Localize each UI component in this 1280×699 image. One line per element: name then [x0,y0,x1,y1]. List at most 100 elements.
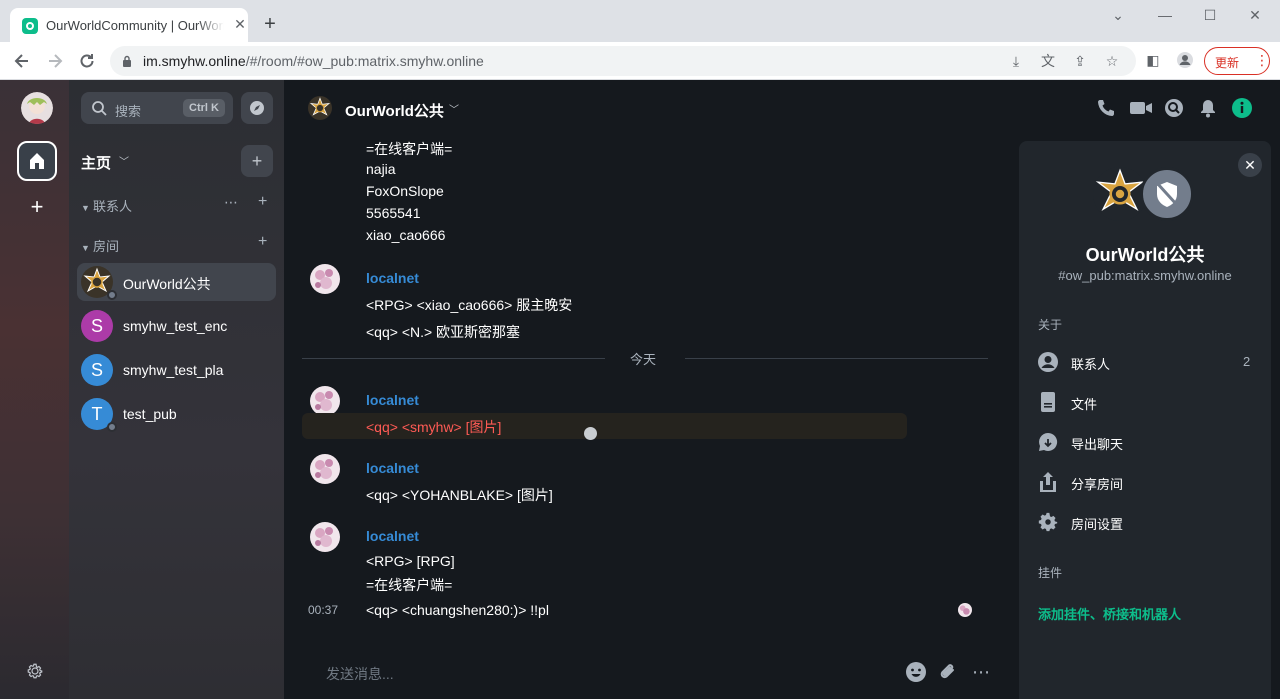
reload-button[interactable] [77,51,97,71]
public-room-badge-icon [107,422,117,432]
sender-avatar[interactable] [310,454,340,484]
add-room-button[interactable]: + [241,145,273,177]
rooms-section-label: 房间 [93,239,120,254]
minimize-button[interactable]: — [1155,6,1175,24]
people-label: 联系人 [1071,357,1111,372]
date-separator: 今天 [302,352,988,367]
add-widgets-link[interactable]: 添加挂件、桥接和机器人 [1038,604,1181,623]
room-avatar: S [81,354,113,386]
more-menu-icon[interactable]: ⋮ [1255,52,1269,69]
people-options-icon[interactable]: ⋯ [224,194,238,211]
back-button[interactable] [12,51,32,71]
new-tab-button[interactable]: + [260,14,280,34]
more-options-icon[interactable]: ⋯ [970,661,992,683]
notifications-bell-icon[interactable] [1198,98,1218,118]
room-settings-item[interactable]: 房间设置 [1035,509,1255,535]
side-panel-icon[interactable]: ◧ [1145,52,1161,68]
browser-tabstrip: OurWorldCommunity | OurWorld ✕ + ⌄ — ☐ ✕ [0,0,1280,42]
room-settings-label: 房间设置 [1071,517,1124,532]
emoji-icon[interactable] [905,661,927,683]
home-title[interactable]: 主页 [81,152,111,173]
url-host: im.smyhw.online [143,53,246,69]
date-separator-label: 今天 [630,352,657,367]
files-item[interactable]: 文件 [1035,389,1255,415]
room-info-name: OurWorld公共 [1085,245,1205,265]
room-header-title[interactable]: OurWorld公共 [345,100,444,121]
update-button[interactable]: 更新 ⋮ [1204,47,1270,75]
collapse-chevron-icon: ▼ [81,243,90,253]
public-room-badge-icon [107,290,117,300]
sender-name[interactable]: localnet [366,392,419,408]
tab-title: OurWorldCommunity | OurWorld [46,18,224,33]
create-space-button[interactable]: + [27,196,47,218]
sender-name[interactable]: localnet [366,460,419,476]
people-section-header[interactable]: ▼ 联系人 [81,196,132,215]
share-room-item[interactable]: 分享房间 [1035,469,1255,495]
video-call-icon[interactable] [1129,98,1153,118]
element-app: + 搜索 Ctrl K 主页 ﹀ + ▼ 联系人 ⋯ + ▼ 房间 + OurWor… [0,80,1280,699]
search-button[interactable]: 搜索 Ctrl K [81,92,233,124]
add-people-button[interactable]: + [258,193,267,211]
rooms-section-header[interactable]: ▼ 房间 [81,236,119,255]
room-search-icon[interactable] [1164,98,1184,118]
sender-avatar[interactable] [310,264,340,294]
people-count: 2 [1243,354,1251,369]
profile-avatar-icon[interactable] [1177,52,1193,68]
home-icon [30,153,44,169]
read-receipt-avatar[interactable] [958,603,972,617]
sender-name[interactable]: localnet [366,270,419,286]
message-composer-input[interactable]: 发送消息... [326,664,394,684]
room-name: smyhw_test_pla [123,362,224,378]
user-avatar[interactable] [21,92,53,124]
room-avatar: S [81,310,113,342]
bookmark-star-icon[interactable]: ☆ [1104,53,1120,69]
close-tab-icon[interactable]: ✕ [232,16,248,32]
files-icon [1041,392,1055,412]
forward-button[interactable] [45,51,65,71]
sender-avatar[interactable] [310,522,340,552]
close-panel-button[interactable]: ✕ [1238,153,1262,177]
room-item-smyhw-test-enc[interactable]: S smyhw_test_enc [77,307,276,345]
sender-avatar[interactable] [310,386,340,416]
about-section-label: 关于 [1038,318,1063,332]
tab-search-icon[interactable]: ⌄ [1108,6,1128,24]
address-bar[interactable]: im.smyhw.online/#/room/#ow_pub:matrix.sm… [110,46,1136,76]
room-item-ourworld[interactable]: OurWorld公共 [77,263,276,301]
add-room-section-button[interactable]: + [258,233,267,251]
url-path: /#/room/#ow_pub:matrix.smyhw.online [245,53,484,69]
message-line: =在线客户端= [366,577,453,593]
room-item-smyhw-test-pla[interactable]: S smyhw_test_pla [77,351,276,389]
share-icon[interactable]: ⇪ [1072,53,1088,69]
mouse-cursor-indicator [584,427,597,440]
room-info-avatar[interactable] [1093,167,1147,221]
install-app-icon[interactable]: ⤓ [1008,53,1024,69]
chevron-down-icon[interactable]: ﹀ [119,153,129,168]
voice-call-icon[interactable] [1096,98,1116,118]
sender-name[interactable]: localnet [366,528,419,544]
compass-icon [250,101,264,115]
home-space-button[interactable] [17,141,57,181]
lock-icon[interactable] [122,55,132,67]
browser-tab[interactable]: OurWorldCommunity | OurWorld ✕ [10,8,248,42]
settings-gear-icon [1038,512,1058,532]
export-chat-item[interactable]: 导出聊天 [1035,429,1255,455]
close-window-button[interactable]: ✕ [1245,6,1265,24]
explore-rooms-button[interactable] [241,92,273,124]
people-item[interactable]: 联系人 2 [1035,349,1255,375]
message-line: 5565541 [366,205,421,221]
maximize-button[interactable]: ☐ [1200,6,1220,24]
attachment-paperclip-icon[interactable] [937,661,959,683]
message-line: =在线客户端= [366,141,453,157]
quick-settings-gear-icon[interactable] [26,662,44,680]
room-info-icon[interactable] [1232,98,1252,118]
message-line: xiao_cao666 [366,227,446,243]
room-header-avatar[interactable] [308,96,332,120]
translate-icon[interactable]: 文 [1040,53,1056,69]
message-line: FoxOnSlope [366,183,444,199]
message-timestamp: 00:37 [308,603,339,617]
room-view: OurWorld公共 ﹀ =在线客户端= najia FoxOnSlope 55… [284,80,1280,699]
search-shortcut: Ctrl K [183,99,225,117]
collapse-chevron-icon: ▼ [81,203,90,213]
chevron-down-icon[interactable]: ﹀ [449,101,459,116]
room-item-test-pub[interactable]: T test_pub [77,395,276,433]
